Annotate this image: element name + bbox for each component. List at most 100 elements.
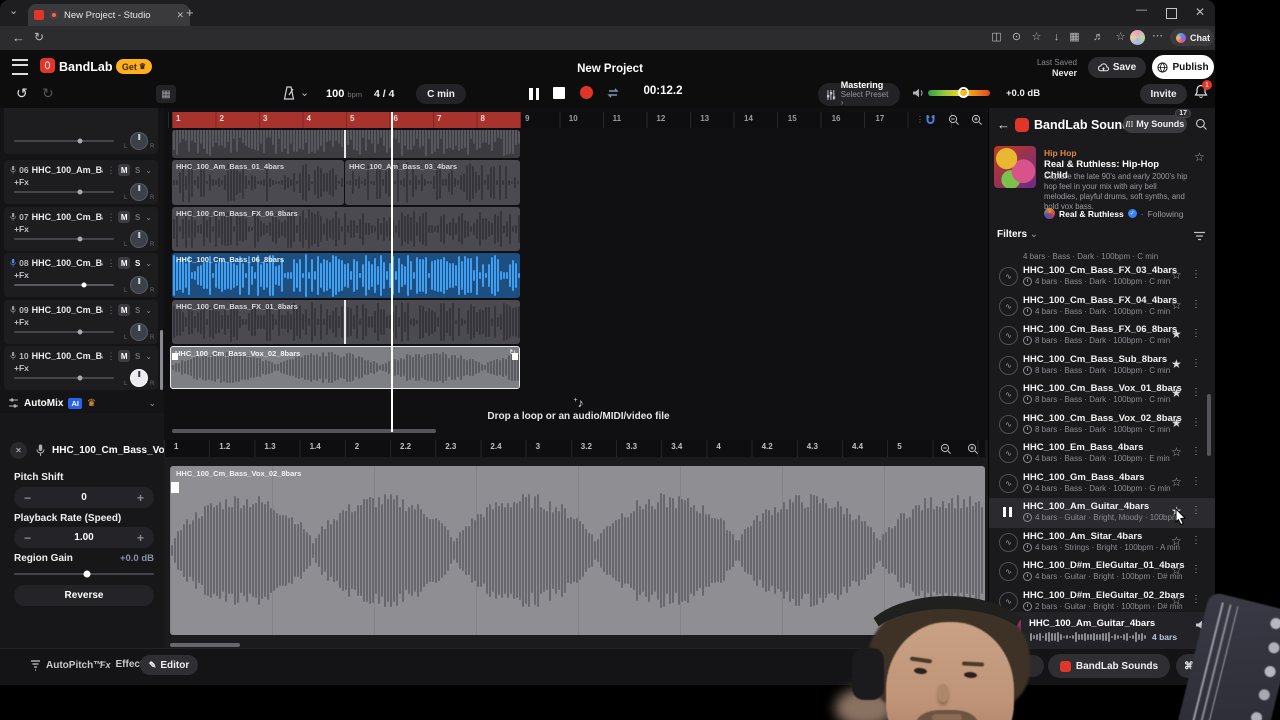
mute-button[interactable]: M xyxy=(118,211,131,223)
automix-chevron-icon[interactable]: ⌄ xyxy=(148,398,156,409)
drop-zone[interactable]: +♪ Drop a loop or an audio/MIDI/video fi… xyxy=(172,393,985,429)
solo-button[interactable]: S xyxy=(133,352,142,361)
sample-loop-icon[interactable]: ∿ xyxy=(999,267,1018,286)
editor-tab-button[interactable]: ✎ Editor xyxy=(140,655,198,675)
metronome-icon[interactable] xyxy=(282,86,296,101)
track-menu-icon[interactable]: ⋮ xyxy=(106,258,115,269)
loop-region[interactable] xyxy=(172,112,521,128)
new-tab-button[interactable]: + xyxy=(186,6,194,19)
brand-name[interactable]: BandLab xyxy=(59,60,112,74)
track-card-08[interactable]: 08 HHC_100_Cm_Bass... ⋮ M S ⌄ +Fx LR xyxy=(4,253,158,297)
sample-star-icon[interactable]: ★ xyxy=(1171,416,1182,430)
hamburger-menu-icon[interactable] xyxy=(12,59,28,75)
bandlab-sounds-button[interactable]: BandLab Sounds xyxy=(1048,654,1170,678)
clip-am-bass-01[interactable]: HHC_100_Am_Bass_01_4bars xyxy=(172,160,344,205)
sample-loop-icon[interactable]: ∿ xyxy=(999,414,1018,434)
filters-button[interactable]: Filters ⌄ xyxy=(997,229,1038,240)
split-screen-icon[interactable]: ◫ xyxy=(988,32,1005,43)
refresh-button[interactable]: ↻ xyxy=(34,31,44,43)
sample-menu-icon[interactable]: ⋮ xyxy=(1191,328,1201,339)
invite-button[interactable]: Invite xyxy=(1140,84,1187,104)
tracks-scrollbar[interactable] xyxy=(160,330,163,390)
chat-button[interactable]: Chat xyxy=(1170,29,1214,46)
favorites-star-icon[interactable]: ☆ xyxy=(1028,32,1045,43)
sample-star-icon[interactable]: ☆ xyxy=(1171,593,1182,607)
sample-menu-icon[interactable]: ⋮ xyxy=(1191,564,1201,575)
sample-loop-icon[interactable]: ∿ xyxy=(999,562,1018,581)
time-signature[interactable]: 4 / 4 xyxy=(374,88,394,100)
sample-menu-icon[interactable]: ⋮ xyxy=(1191,387,1201,398)
tab-search-chevron-icon[interactable]: ⌄ xyxy=(9,6,18,17)
search-extension-icon[interactable]: ⊙ xyxy=(1008,32,1025,43)
sample-star-icon[interactable]: ☆ xyxy=(1171,445,1182,459)
track-card-10[interactable]: 10 HHC_100_Cm_Bass... ⋮ M S ⌄ +Fx LR xyxy=(4,346,158,390)
sample-star-icon[interactable]: ☆ xyxy=(1171,534,1182,548)
get-membership-badge[interactable]: Get ♛ xyxy=(116,59,152,74)
sample-star-icon[interactable]: ☆ xyxy=(1171,268,1182,282)
region-editor-ruler[interactable]: 1 1.2 1.3 1.4 2 2.2 2.3 2.4 3 3.2 3.3 3.4 4 4.2 4.3 4.4… xyxy=(164,440,985,457)
clip-partial-top[interactable] xyxy=(172,130,520,158)
zoom-out-icon[interactable] xyxy=(948,114,960,126)
rate-plus-button[interactable]: + xyxy=(137,531,144,545)
track-card-partial[interactable]: LR xyxy=(4,108,158,154)
solo-button[interactable]: S xyxy=(133,166,142,175)
stop-button[interactable] xyxy=(553,87,565,99)
window-restore-button[interactable] xyxy=(1166,8,1177,19)
sounds-back-icon[interactable]: ← xyxy=(997,118,1010,131)
track-card-09[interactable]: 09 HHC_100_Cm_Bass... ⋮ M S ⌄ +Fx LR xyxy=(4,300,158,344)
editor-zoom-out-icon[interactable] xyxy=(940,443,952,455)
window-close-button[interactable]: ✕ xyxy=(1195,6,1205,18)
music-note-extension-icon[interactable]: ♬ xyxy=(1090,32,1107,43)
pack-star-icon[interactable]: ☆ xyxy=(1194,150,1205,164)
clip-cm-bass-fx01[interactable]: HHC_100_Cm_Bass_FX_01_8bars xyxy=(172,300,520,344)
editor-hscrollbar[interactable] xyxy=(170,643,240,647)
sample-row[interactable]: ∿ HHC_100_Cm_Bass_Vox_01_8bars 8 bars · … xyxy=(989,380,1207,410)
sample-row[interactable]: ∿ HHC_100_D#m_EleGuitar_01_4bars 4 bars … xyxy=(989,557,1207,587)
track-card-07[interactable]: 07 HHC_100_Cm_Bass... ⋮ M S ⌄ +Fx LR xyxy=(4,207,158,251)
metronome-chevron-icon[interactable]: ⌄ xyxy=(300,88,309,99)
sample-menu-icon[interactable]: ⋮ xyxy=(1191,358,1201,369)
bandlab-logo[interactable]: ⬯ xyxy=(40,58,55,73)
clip-am-bass-03[interactable]: HHC_100_Am_Bass_03_4bars xyxy=(345,160,520,205)
clip-cm-bass-06-blue[interactable]: HHC_100_Cm_Bass_06_8bars xyxy=(172,253,520,298)
samples-scrollbar[interactable] xyxy=(1207,394,1211,456)
record-button[interactable] xyxy=(580,86,593,99)
fx-label[interactable]: +Fx xyxy=(14,363,29,373)
sample-star-icon[interactable]: ☆ xyxy=(1171,563,1182,577)
rate-minus-button[interactable]: − xyxy=(24,531,31,545)
track-volume-slider[interactable] xyxy=(14,236,114,242)
track-menu-icon[interactable]: ⋮ xyxy=(106,212,115,223)
pan-knob[interactable] xyxy=(130,323,148,341)
sample-row[interactable]: ∿ HHC_100_Am_Sitar_4bars 4 bars · String… xyxy=(989,528,1207,558)
publish-button[interactable]: Publish xyxy=(1152,55,1214,79)
sample-loop-icon[interactable]: ∿ xyxy=(999,355,1018,375)
pan-knob[interactable] xyxy=(130,369,148,387)
track-menu-icon[interactable]: ⋮ xyxy=(106,165,115,176)
sounds-search-icon[interactable] xyxy=(1195,118,1208,131)
my-sounds-button[interactable]: /⁞⁞ My Sounds 17 xyxy=(1123,109,1191,133)
solo-button[interactable]: S xyxy=(133,306,142,315)
sample-loop-icon[interactable]: ∿ xyxy=(999,444,1018,463)
back-button[interactable]: ← xyxy=(12,31,25,44)
reverse-button[interactable]: Reverse xyxy=(14,585,154,606)
bpm-value[interactable]: 100 bpm xyxy=(326,88,362,100)
sample-menu-icon[interactable]: ⋮ xyxy=(1191,299,1201,310)
editor-zoom-in-icon[interactable] xyxy=(967,443,979,455)
mute-button[interactable]: M xyxy=(118,257,131,269)
automix-row[interactable]: AutoMix AI ♛ ⌄ xyxy=(0,393,164,413)
tab-close-icon[interactable]: ✕ xyxy=(176,10,184,21)
sample-star-icon[interactable]: ☆ xyxy=(1171,298,1182,312)
track-volume-slider[interactable] xyxy=(14,375,114,381)
sample-loop-icon[interactable]: ∿ xyxy=(999,326,1018,345)
redo-button[interactable]: ↻ xyxy=(42,86,54,100)
pitch-plus-button[interactable]: + xyxy=(137,491,144,505)
undo-button[interactable]: ↺ xyxy=(16,86,28,100)
sample-star-icon[interactable]: ★ xyxy=(1171,386,1182,400)
track-chevron-icon[interactable]: ⌄ xyxy=(145,166,152,175)
speaker-icon[interactable] xyxy=(912,88,924,98)
mute-button[interactable]: M xyxy=(118,350,131,362)
track-menu-icon[interactable]: ⋮ xyxy=(106,351,115,362)
sample-row[interactable]: ∿ HHC_100_Gm_Bass_4bars 4 bars · Bass · … xyxy=(989,469,1207,499)
piano-extension-icon[interactable]: ▦ xyxy=(1066,32,1083,43)
editor-clip-handle[interactable] xyxy=(171,482,179,493)
